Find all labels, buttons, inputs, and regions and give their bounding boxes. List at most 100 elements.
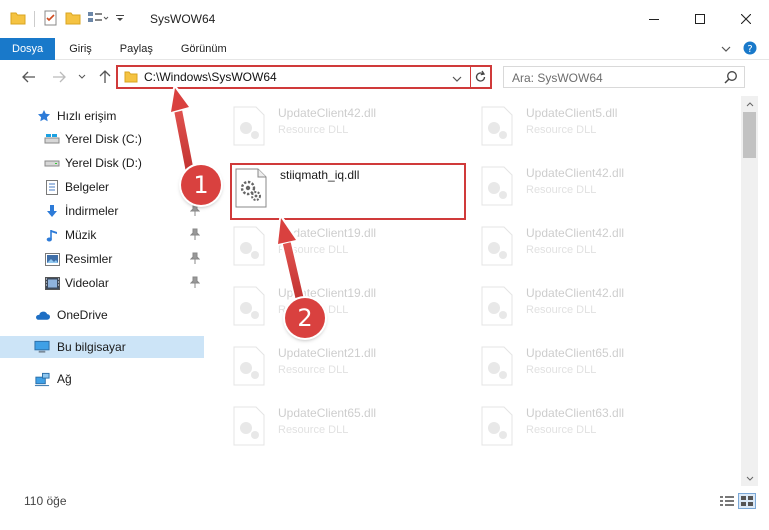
sidebar-item-label: Belgeler (65, 180, 110, 194)
pin-icon[interactable] (189, 228, 201, 242)
list-item[interactable]: UpdateClient19.dll Resource DLL (230, 282, 460, 332)
sidebar-item-network[interactable]: Ağ (0, 368, 204, 390)
step-badge-2: 2 (285, 298, 325, 338)
file-type: Resource DLL (278, 364, 349, 376)
tab-view[interactable]: Görünüm (167, 38, 241, 60)
tab-share[interactable]: Paylaş (106, 38, 167, 60)
dll-file-icon (233, 226, 265, 266)
pin-icon[interactable] (189, 204, 201, 218)
pin-icon[interactable] (189, 252, 201, 266)
pin-icon[interactable] (189, 276, 201, 290)
recent-locations-button[interactable] (76, 68, 88, 86)
up-button[interactable] (96, 68, 114, 86)
toolbar-divider (34, 11, 35, 27)
list-item[interactable]: UpdateClient42.dll Resource DLL (478, 282, 708, 332)
folder-icon[interactable] (10, 11, 26, 28)
sidebar-item-label: Videolar (65, 276, 109, 290)
back-button[interactable] (20, 68, 38, 86)
sidebar-item-documents[interactable]: Belgeler (0, 176, 204, 198)
file-highlight-box (230, 163, 466, 220)
navigation-pane: Hızlı erişim Yerel Disk (C:) Yerel Disk … (0, 96, 208, 486)
sidebar-item-videos[interactable]: Videolar (0, 272, 204, 294)
refresh-button[interactable] (474, 70, 487, 87)
sidebar-item-local-disk-d[interactable]: Yerel Disk (D:) (0, 152, 204, 174)
tab-home[interactable]: Giriş (55, 38, 106, 60)
sidebar-item-local-disk-c[interactable]: Yerel Disk (C:) (0, 128, 204, 150)
file-type: Resource DLL (526, 124, 597, 136)
list-item[interactable]: UpdateClient21.dll Resource DLL (230, 342, 460, 392)
dll-file-icon (481, 406, 513, 446)
dll-file-icon (481, 346, 513, 386)
chevron-up-icon (746, 101, 753, 106)
sidebar-item-label: İndirmeler (65, 204, 119, 218)
file-name: UpdateClient21.dll (278, 346, 377, 360)
sidebar-item-music[interactable]: Müzik (0, 224, 204, 246)
dll-file-icon (481, 166, 513, 206)
list-item[interactable]: UpdateClient5.dll Resource DLL (478, 102, 708, 152)
file-name: UpdateClient5.dll (526, 106, 618, 120)
sidebar-item-label: Müzik (65, 228, 97, 242)
help-icon[interactable]: ? (743, 41, 757, 58)
search-icon[interactable] (724, 70, 738, 87)
list-item[interactable]: UpdateClient42.dll Resource DLL (230, 102, 460, 152)
sidebar-item-pictures[interactable]: Resimler (0, 248, 204, 270)
search-input[interactable]: Ara: SysWOW64 (503, 66, 745, 88)
vertical-scrollbar[interactable] (741, 96, 758, 486)
address-bar[interactable]: C:\Windows\SysWOW64 (116, 65, 492, 89)
address-history-button[interactable] (452, 72, 462, 86)
dll-file-icon (481, 286, 513, 326)
close-button[interactable] (723, 0, 769, 38)
view-switcher (719, 493, 756, 509)
file-type: Resource DLL (526, 304, 597, 316)
list-item[interactable]: UpdateClient65.dll Resource DLL (478, 342, 708, 392)
star-icon (36, 108, 52, 124)
sidebar-item-downloads[interactable]: İndirmeler (0, 200, 204, 222)
item-count: 110 öğe (24, 494, 67, 508)
properties-icon[interactable] (43, 10, 59, 29)
list-item[interactable]: UpdateClient65.dll Resource DLL (230, 402, 460, 452)
network-icon (34, 371, 50, 387)
forward-button[interactable] (50, 68, 68, 86)
address-path: C:\Windows\SysWOW64 (144, 70, 277, 84)
list-item[interactable]: UpdateClient19.dll Resource DLL (230, 222, 460, 272)
sidebar-item-onedrive[interactable]: OneDrive (0, 304, 204, 326)
expand-ribbon-icon[interactable] (721, 42, 731, 56)
search-placeholder: Ara: SysWOW64 (512, 71, 603, 85)
sidebar-item-label: Bu bilgisayar (57, 340, 126, 354)
new-folder-icon[interactable] (65, 11, 81, 28)
sidebar-item-label: Ağ (57, 372, 72, 386)
file-name: UpdateClient42.dll (278, 106, 377, 120)
cloud-icon (34, 307, 50, 323)
sidebar-item-this-pc[interactable]: Bu bilgisayar (0, 336, 204, 358)
quick-access-toolbar (10, 0, 125, 38)
customize-toolbar-icon[interactable] (115, 12, 125, 26)
svg-text:?: ? (747, 44, 752, 55)
list-item[interactable]: UpdateClient42.dll Resource DLL (478, 222, 708, 272)
address-divider (470, 67, 471, 87)
download-icon (44, 203, 60, 219)
maximize-button[interactable] (677, 0, 723, 38)
music-icon (44, 227, 60, 243)
file-list: UpdateClient42.dll Resource DLL stiiqmat… (210, 96, 740, 486)
window-title: SysWOW64 (150, 12, 216, 26)
list-item[interactable]: UpdateClient63.dll Resource DLL (478, 402, 708, 452)
list-item[interactable]: UpdateClient42.dll Resource DLL (478, 162, 708, 212)
drive-icon (44, 155, 60, 171)
sidebar-item-label: Yerel Disk (D:) (65, 156, 142, 170)
computer-icon (34, 339, 50, 355)
dll-file-icon (233, 406, 265, 446)
view-options-icon[interactable] (87, 11, 109, 28)
large-icons-view-icon[interactable] (738, 493, 756, 509)
sidebar-item-quick-access[interactable]: Hızlı erişim (0, 105, 204, 127)
minimize-button[interactable] (631, 0, 677, 38)
scroll-thumb[interactable] (743, 112, 756, 158)
details-view-icon[interactable] (719, 494, 735, 508)
tab-file[interactable]: Dosya (0, 37, 56, 60)
file-name: UpdateClient63.dll (526, 406, 625, 420)
scroll-down-button[interactable] (741, 470, 758, 486)
scroll-up-button[interactable] (741, 96, 758, 112)
file-type: Resource DLL (526, 244, 597, 256)
refresh-icon (475, 70, 486, 82)
ribbon-tabs: Dosya Giriş Paylaş Görünüm ? (0, 37, 769, 60)
file-type: Resource DLL (278, 424, 349, 436)
